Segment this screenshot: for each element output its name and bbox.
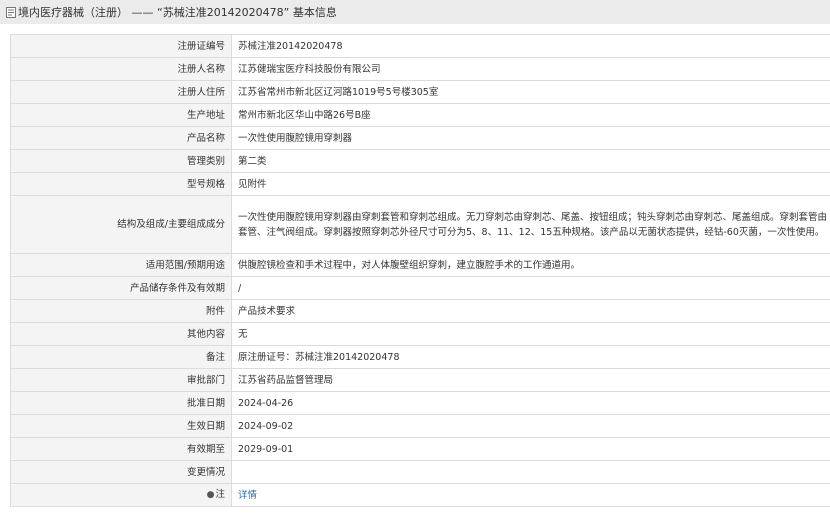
row-value: 苏械注准20142020478 <box>231 34 830 58</box>
note-value-cell: 详情 <box>231 483 830 507</box>
row-value: 一次性使用腹腔镜用穿刺器 <box>231 126 830 150</box>
row-value: 2024-04-26 <box>231 391 830 415</box>
table-row: 变更情况 <box>10 460 830 484</box>
row-label: 生产地址 <box>10 103 232 127</box>
row-value: 无 <box>231 322 830 346</box>
row-value: 第二类 <box>231 149 830 173</box>
row-label: 型号规格 <box>10 172 232 196</box>
row-label: 管理类别 <box>10 149 232 173</box>
row-label: 变更情况 <box>10 460 232 484</box>
row-label: 审批部门 <box>10 368 232 392</box>
table-row: 注册人住所 江苏省常州市新北区辽河路1019号5号楼305室 <box>10 80 830 104</box>
table-row: 备注 原注册证号：苏械注准20142020478 <box>10 345 830 369</box>
table-row: 审批部门 江苏省药品监督管理局 <box>10 368 830 392</box>
table-row: 结构及组成/主要组成成分 一次性使用腹腔镜用穿刺器由穿刺套管和穿刺芯组成。无刀穿刺… <box>10 195 830 254</box>
row-value: 2029-09-01 <box>231 437 830 461</box>
row-label: 附件 <box>10 299 232 323</box>
row-value: 2024-09-02 <box>231 414 830 438</box>
document-icon <box>6 6 16 18</box>
info-table: 注册证编号 苏械注准20142020478 注册人名称 江苏健瑞宝医疗科技股份有限公司… <box>10 34 830 507</box>
table-row: 生效日期 2024-09-02 <box>10 414 830 438</box>
table-row: 批准日期 2024-04-26 <box>10 391 830 415</box>
note-label: 注 <box>215 489 225 500</box>
row-label: 产品名称 <box>10 126 232 150</box>
row-label: 注册证编号 <box>10 34 232 58</box>
row-value: 常州市新北区华山中路26号B座 <box>231 103 830 127</box>
row-label: 备注 <box>10 345 232 369</box>
table-row: 产品储存条件及有效期 / <box>10 276 830 300</box>
row-value: 江苏健瑞宝医疗科技股份有限公司 <box>231 57 830 81</box>
page-header: 境内医疗器械（注册） —— “苏械注准20142020478” 基本信息 <box>0 0 830 24</box>
table-row: 产品名称 一次性使用腹腔镜用穿刺器 <box>10 126 830 150</box>
row-value: / <box>231 276 830 300</box>
table-row: 适用范围/预期用途 供腹腔镜检查和手术过程中，对人体腹壁组织穿刺，建立腹腔手术的工… <box>10 253 830 277</box>
row-value: 江苏省药品监督管理局 <box>231 368 830 392</box>
table-row: 有效期至 2029-09-01 <box>10 437 830 461</box>
row-value: 见附件 <box>231 172 830 196</box>
pin-icon: ● <box>206 490 215 500</box>
row-label: 注册人住所 <box>10 80 232 104</box>
note-label-cell: ●注 <box>10 483 232 507</box>
table-row: 型号规格 见附件 <box>10 172 830 196</box>
table-row: 注册人名称 江苏健瑞宝医疗科技股份有限公司 <box>10 57 830 81</box>
table-row: 生产地址 常州市新北区华山中路26号B座 <box>10 103 830 127</box>
row-label: 其他内容 <box>10 322 232 346</box>
row-label: 有效期至 <box>10 437 232 461</box>
row-value: 原注册证号：苏械注准20142020478 <box>231 345 830 369</box>
row-label: 生效日期 <box>10 414 232 438</box>
row-label: 结构及组成/主要组成成分 <box>10 195 232 254</box>
row-label: 产品储存条件及有效期 <box>10 276 232 300</box>
row-value: 供腹腔镜检查和手术过程中，对人体腹壁组织穿刺，建立腹腔手术的工作通道用。 <box>231 253 830 277</box>
row-label: 适用范围/预期用途 <box>10 253 232 277</box>
row-label: 注册人名称 <box>10 57 232 81</box>
details-link[interactable]: 详情 <box>238 490 257 501</box>
row-value <box>231 460 830 484</box>
table-row: 其他内容无 <box>10 322 830 346</box>
row-value: 一次性使用腹腔镜用穿刺器由穿刺套管和穿刺芯组成。无刀穿刺芯由穿刺芯、尾盖、按钮组… <box>231 195 830 254</box>
page-title: 境内医疗器械（注册） —— “苏械注准20142020478” 基本信息 <box>18 6 337 19</box>
row-value: 江苏省常州市新北区辽河路1019号5号楼305室 <box>231 80 830 104</box>
table-row-note: ●注 详情 <box>10 483 830 507</box>
table-row: 管理类别 第二类 <box>10 149 830 173</box>
row-value: 产品技术要求 <box>231 299 830 323</box>
row-label: 批准日期 <box>10 391 232 415</box>
table-row: 附件 产品技术要求 <box>10 299 830 323</box>
table-row: 注册证编号 苏械注准20142020478 <box>10 34 830 58</box>
